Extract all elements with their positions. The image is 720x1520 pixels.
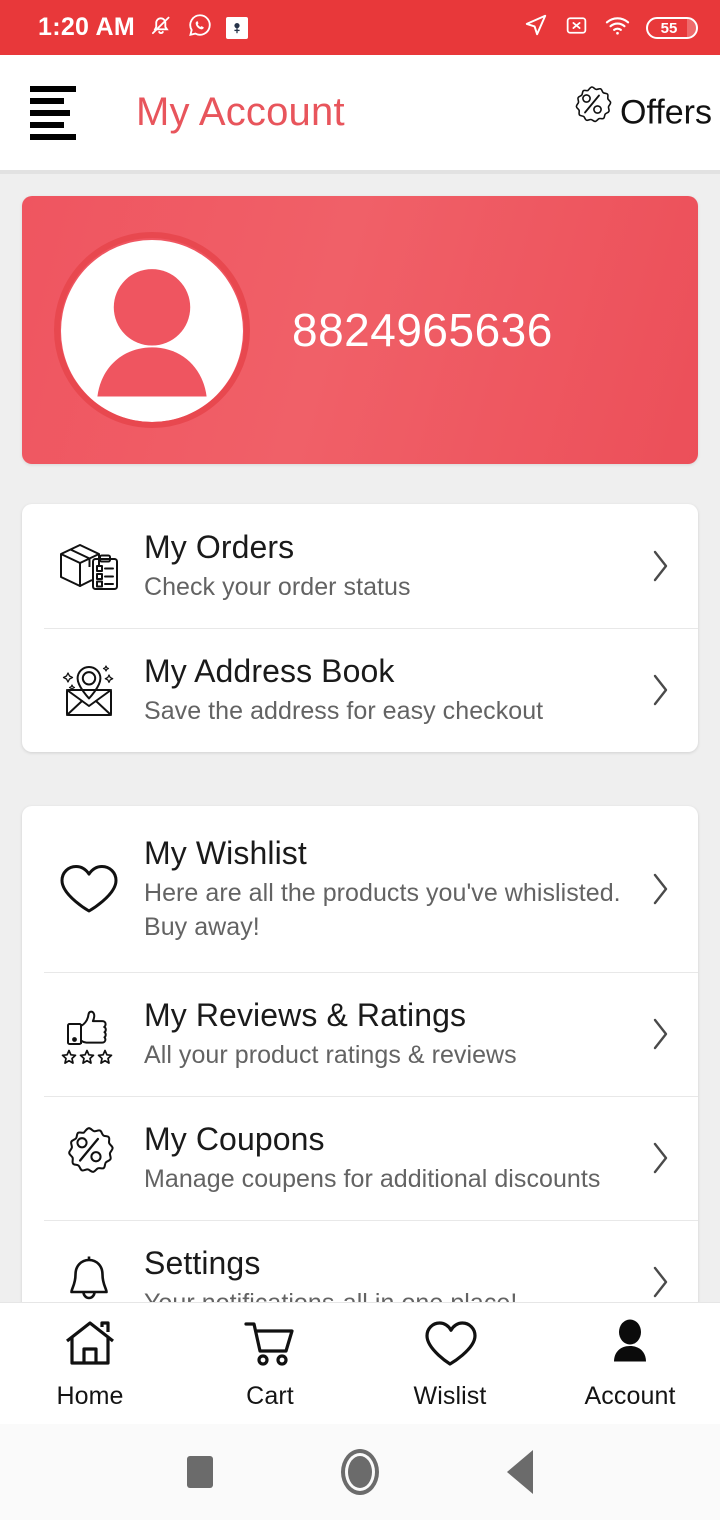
chevron-right-icon[interactable] <box>642 1140 680 1176</box>
whatsapp-icon <box>187 12 213 43</box>
address-pin-envelope-icon <box>48 659 130 721</box>
menu-row-text: My Address Book Save the address for eas… <box>130 652 642 729</box>
discount-badge-icon <box>568 84 616 141</box>
status-bar-left: 1:20 AM <box>38 12 249 43</box>
hamburger-line <box>30 109 70 116</box>
bottom-navigation: Home Cart Wislist Account <box>0 1302 720 1424</box>
app-header: My Account Offers <box>0 55 720 170</box>
status-bar-right: 55 <box>523 12 700 44</box>
chevron-right-icon[interactable] <box>642 1016 680 1052</box>
cart-icon <box>242 1317 298 1374</box>
menu-row-subtitle: Check your order status <box>144 572 411 601</box>
menu-row-subtitle: Here are all the products you've whislis… <box>144 878 621 941</box>
nav-label: Home <box>56 1381 124 1410</box>
android-system-nav <box>0 1424 720 1520</box>
nav-item-wislist[interactable]: Wislist <box>360 1317 540 1411</box>
menu-row-title: My Orders <box>144 528 295 565</box>
menu-row-title: My Reviews & Ratings <box>144 996 467 1033</box>
page-title: My Account <box>136 90 345 134</box>
menu-row-my-coupons[interactable]: My Coupons Manage coupens for additional… <box>22 1096 698 1220</box>
menu-row-subtitle: Save the address for easy checkout <box>144 696 544 725</box>
profile-phone: 8824965636 <box>292 304 553 356</box>
heart-icon <box>422 1317 478 1374</box>
back-triangle-icon[interactable] <box>440 1450 600 1494</box>
nav-item-home[interactable]: Home <box>0 1317 180 1411</box>
menu-card-orders: My Orders Check your order status My Add… <box>22 504 698 752</box>
nav-item-cart[interactable]: Cart <box>180 1317 360 1411</box>
chevron-right-icon[interactable] <box>642 672 680 708</box>
status-time: 1:20 AM <box>38 13 136 41</box>
offers-button[interactable]: Offers <box>568 84 720 141</box>
offers-label: Offers <box>620 93 712 131</box>
wifi-icon <box>604 12 631 44</box>
hamburger-line <box>30 133 76 140</box>
menu-row-my-address-book[interactable]: My Address Book Save the address for eas… <box>22 628 698 752</box>
thumbs-up-stars-icon <box>48 1002 130 1066</box>
menu-card-activity: My Wishlist Here are all the products yo… <box>22 806 698 1344</box>
menu-row-my-reviews-ratings[interactable]: My Reviews & Ratings All your product ra… <box>22 972 698 1096</box>
package-order-icon <box>48 535 130 597</box>
menu-row-title: My Coupons <box>144 1120 325 1157</box>
menu-row-title: Settings <box>144 1244 261 1281</box>
nav-item-account[interactable]: Account <box>540 1317 720 1411</box>
menu-row-title: My Address Book <box>144 652 395 689</box>
discount-badge-icon <box>48 1125 130 1191</box>
chevron-right-icon[interactable] <box>642 548 680 584</box>
hamburger-line <box>30 85 76 92</box>
sim-disabled-icon <box>564 13 589 43</box>
heart-outline-icon <box>48 860 130 918</box>
menu-row-text: My Coupons Manage coupens for additional… <box>130 1120 642 1197</box>
profile-card[interactable]: 8824965636 <box>22 196 698 464</box>
account-icon <box>602 1317 658 1374</box>
recents-square-icon[interactable] <box>120 1456 280 1488</box>
menu-row-subtitle: All your product ratings & reviews <box>144 1040 517 1069</box>
menu-row-text: My Wishlist Here are all the products yo… <box>130 834 642 945</box>
hamburger-menu-icon[interactable] <box>30 85 76 140</box>
nav-label: Wislist <box>413 1381 487 1410</box>
app-badge-icon <box>226 16 249 39</box>
menu-row-subtitle: Manage coupens for additional discounts <box>144 1164 601 1193</box>
menu-row-text: My Reviews & Ratings All your product ra… <box>130 996 642 1073</box>
menu-row-text: My Orders Check your order status <box>130 528 642 605</box>
nav-label: Cart <box>246 1381 294 1410</box>
menu-row-my-orders[interactable]: My Orders Check your order status <box>22 504 698 628</box>
menu-row-my-wishlist[interactable]: My Wishlist Here are all the products yo… <box>22 806 698 972</box>
location-arrow-icon <box>523 12 549 43</box>
nav-label: Account <box>584 1381 676 1410</box>
menu-row-title: My Wishlist <box>144 834 307 871</box>
user-avatar-icon <box>97 269 207 397</box>
hamburger-line <box>30 97 64 104</box>
avatar <box>54 232 250 428</box>
chevron-right-icon[interactable] <box>642 871 680 907</box>
home-circle-icon[interactable] <box>280 1449 440 1495</box>
bell-muted-icon <box>148 12 174 43</box>
chevron-right-icon[interactable] <box>642 1264 680 1300</box>
battery-level-text: 55 <box>661 20 678 37</box>
home-icon <box>62 1317 118 1374</box>
hamburger-line <box>30 121 64 128</box>
battery-icon: 55 <box>646 14 700 42</box>
status-bar: 1:20 AM 55 <box>0 0 720 55</box>
